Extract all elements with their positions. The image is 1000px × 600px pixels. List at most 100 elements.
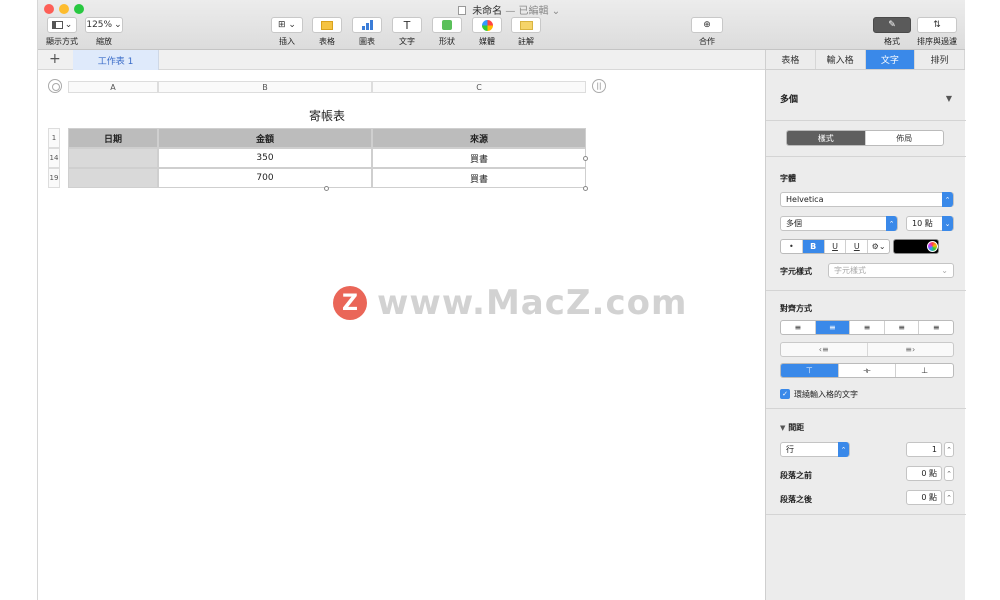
row-header[interactable]: 1: [48, 128, 60, 148]
view-button[interactable]: ⌄: [47, 17, 77, 33]
tab-text[interactable]: 文字: [865, 50, 916, 69]
align-right-button[interactable]: ≡: [850, 321, 885, 334]
align-justify-button[interactable]: ≡: [885, 321, 920, 334]
increase-indent-button[interactable]: ≡›: [868, 343, 954, 356]
color-wheel-icon[interactable]: [927, 241, 938, 252]
resize-handle-corner[interactable]: [583, 186, 588, 191]
font-section-label: 字體: [780, 174, 796, 183]
sheet-tab[interactable]: 工作表 1: [73, 50, 159, 70]
divider: [766, 290, 966, 291]
after-paragraph-field[interactable]: 0 點: [906, 490, 942, 505]
media-control: 媒體: [471, 17, 503, 47]
insert-label: 插入: [279, 37, 295, 46]
add-sheet-button[interactable]: +: [49, 51, 61, 67]
sheet-canvas[interactable]: A B C || 寄帳表 1 14 19 日期 金額 來源 350 買書 700…: [38, 71, 765, 600]
zoom-window-button[interactable]: [74, 4, 84, 14]
bullet-button[interactable]: •: [781, 240, 803, 253]
format-button[interactable]: ✎: [873, 17, 911, 33]
insert-button[interactable]: ⊞ ⌄: [271, 17, 303, 33]
minimize-window-button[interactable]: [59, 4, 69, 14]
header-cell-amount[interactable]: 金額: [158, 128, 372, 148]
segment-style[interactable]: 樣式: [787, 131, 866, 145]
shape-icon: [442, 20, 452, 30]
underline-button[interactable]: U: [825, 240, 847, 253]
segment-layout[interactable]: 佈局: [866, 131, 944, 145]
view-control: ⌄ 顯示方式: [44, 17, 80, 47]
before-paragraph-stepper[interactable]: ⌃: [944, 466, 954, 481]
paragraph-style-select[interactable]: 多個 ▼: [780, 90, 952, 106]
row-header[interactable]: 14: [48, 148, 60, 168]
line-spacing-stepper[interactable]: ⌃: [944, 442, 954, 457]
date-cell[interactable]: [68, 148, 158, 168]
column-header-a[interactable]: A: [68, 81, 158, 93]
tab-cell[interactable]: 輸入格: [816, 50, 866, 69]
font-name-select[interactable]: Helvetica ⌃: [780, 192, 954, 207]
close-window-button[interactable]: [44, 4, 54, 14]
sidebar-icon: [51, 21, 63, 29]
sort-filter-button[interactable]: ⇅: [917, 17, 957, 33]
column-header-b[interactable]: B: [158, 81, 372, 93]
align-center-button[interactable]: ≡: [815, 321, 851, 334]
date-cell[interactable]: [68, 168, 158, 188]
divider: [766, 408, 966, 409]
font-style-select[interactable]: 多個 ⌃: [780, 216, 898, 231]
column-header-c[interactable]: C: [372, 81, 586, 93]
before-paragraph-field[interactable]: 0 點: [906, 466, 942, 481]
char-style-label: 字元樣式: [780, 267, 812, 276]
shape-button[interactable]: [432, 17, 462, 33]
resize-handle-bottom[interactable]: [324, 186, 329, 191]
chevron-updown-icon: ⌃: [838, 442, 849, 457]
table-label: 表格: [319, 37, 335, 46]
table-title[interactable]: 寄帳表: [68, 107, 586, 124]
resize-handle-right[interactable]: [583, 156, 588, 161]
select-table-handle[interactable]: [48, 79, 62, 93]
font-size-field[interactable]: 10 點 ⌄: [906, 216, 954, 231]
add-column-handle[interactable]: ||: [592, 79, 606, 93]
align-top-button[interactable]: ⊤: [781, 364, 839, 377]
bold-button[interactable]: B: [802, 240, 825, 253]
chart-control: 圖表: [351, 17, 383, 47]
text-button[interactable]: T: [392, 17, 422, 33]
char-style-select[interactable]: 字元樣式 ⌄: [828, 263, 954, 278]
zoom-select[interactable]: 125% ⌄: [85, 17, 123, 33]
text-options-gear-icon[interactable]: ⚙⌄: [868, 240, 889, 253]
align-left-button[interactable]: ≡: [781, 321, 816, 334]
wrap-text-checkbox[interactable]: ✓: [780, 389, 790, 399]
after-paragraph-stepper[interactable]: ⌃: [944, 490, 954, 505]
spacing-disclosure[interactable]: ▼ 間距: [780, 422, 804, 433]
chevron-updown-icon: ⌃: [942, 192, 953, 207]
align-auto-button[interactable]: ≡: [919, 321, 953, 334]
chart-button[interactable]: [352, 17, 382, 33]
table-button[interactable]: [312, 17, 342, 33]
media-button[interactable]: [472, 17, 502, 33]
line-spacing-select[interactable]: 行 ⌃: [780, 442, 850, 457]
header-cell-source[interactable]: 來源: [372, 128, 586, 148]
comment-button[interactable]: [511, 17, 541, 33]
char-style-value: 字元樣式: [834, 266, 866, 275]
tab-table[interactable]: 表格: [766, 50, 816, 69]
source-cell[interactable]: 買書: [372, 148, 586, 168]
font-size-value: 10 點: [912, 219, 933, 228]
align-middle-button[interactable]: ⟛: [839, 364, 897, 377]
align-bottom-button[interactable]: ⊥: [896, 364, 953, 377]
strikethrough-button[interactable]: U: [846, 240, 869, 253]
tab-arrange[interactable]: 排列: [915, 50, 965, 69]
document-icon: [458, 6, 466, 15]
amount-cell[interactable]: 350: [158, 148, 372, 168]
collaborate-button[interactable]: ⊕: [691, 17, 723, 33]
document-title[interactable]: 未命名 — 已編輯 ⌄: [458, 2, 560, 17]
decrease-indent-button[interactable]: ‹≡: [781, 343, 868, 356]
shape-label: 形狀: [439, 37, 455, 46]
document-status: — 已編輯: [505, 6, 549, 17]
amount-cell[interactable]: 700: [158, 168, 372, 188]
inspector-tabs: 表格 輸入格 文字 排列: [766, 50, 965, 70]
header-cell-date[interactable]: 日期: [68, 128, 158, 148]
divider: [766, 514, 966, 515]
chart-label: 圖表: [359, 37, 375, 46]
indent-buttons: ‹≡ ≡›: [780, 342, 954, 357]
source-cell[interactable]: 買書: [372, 168, 586, 188]
row-header[interactable]: 19: [48, 168, 60, 188]
line-spacing-field[interactable]: 1: [906, 442, 942, 457]
chevron-down-icon: ⌄: [941, 266, 948, 275]
style-layout-segment: 樣式 佈局: [786, 130, 944, 146]
